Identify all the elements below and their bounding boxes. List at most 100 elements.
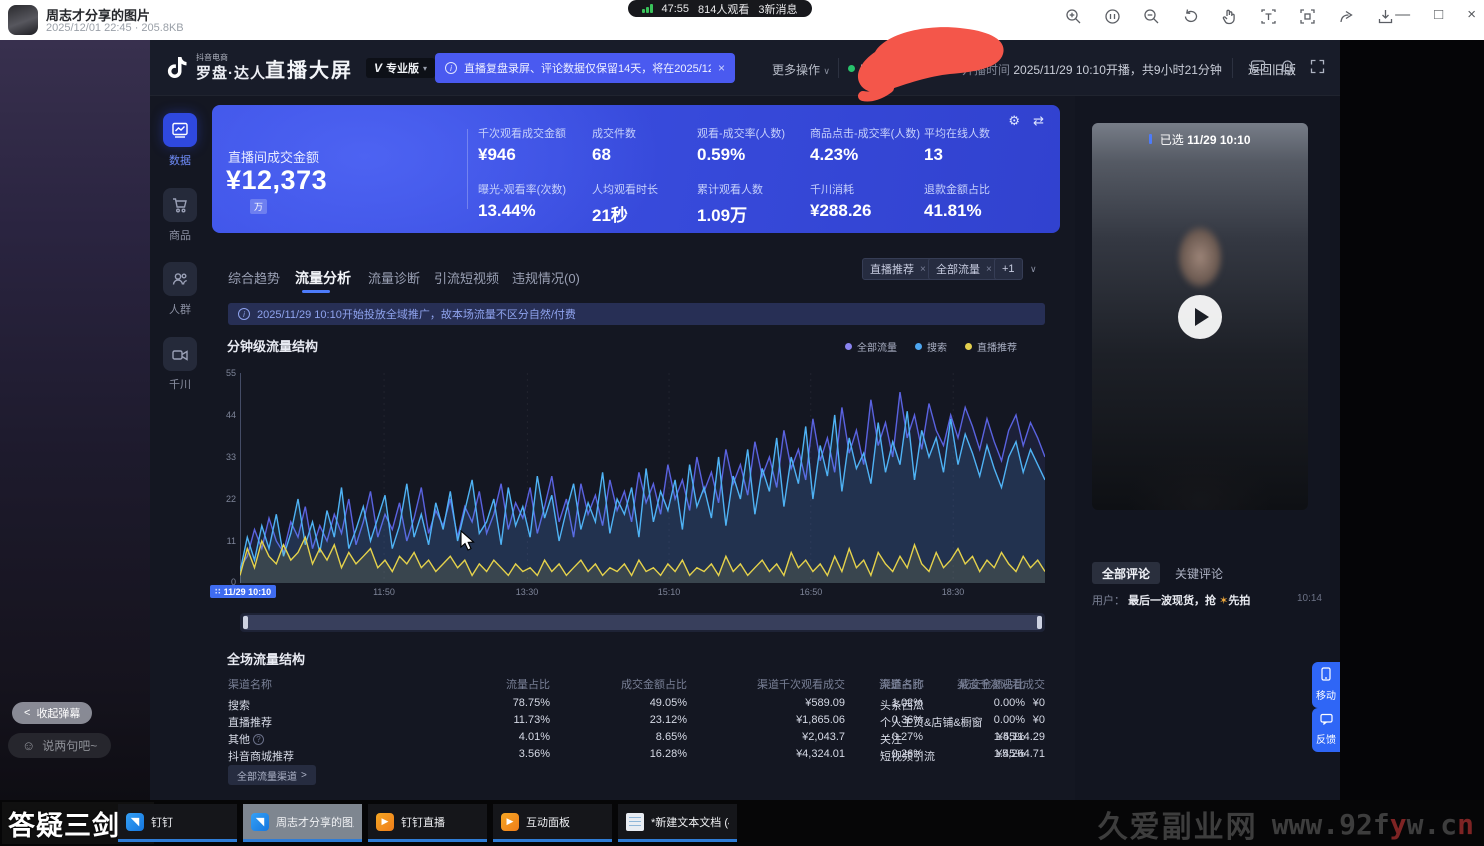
minimize-button[interactable]: —	[1395, 6, 1410, 23]
scan-icon[interactable]	[1299, 8, 1316, 25]
pro-version-badge[interactable]: V 专业版 ▾	[366, 58, 435, 78]
promote-icon	[171, 345, 189, 363]
traffic-line-chart[interactable]	[240, 373, 1045, 583]
tab-short-video[interactable]: 引流短视频	[434, 268, 499, 287]
metric-value: 0.59%	[697, 145, 807, 165]
selected-time-row: 已选 11/29 10:10	[1092, 131, 1308, 148]
more-actions-menu[interactable]: 更多操作 ∨	[772, 61, 830, 78]
say-something-placeholder: 说两句吧~	[42, 737, 97, 754]
close-button[interactable]: ×	[1467, 6, 1476, 23]
status-time: 47:55	[662, 3, 690, 15]
collapse-danmu-label: 收起弹幕	[36, 705, 80, 721]
compare-icon[interactable]: ⇄	[1033, 113, 1044, 129]
rotate-icon[interactable]	[1182, 8, 1199, 25]
sidebar-item-qianchuan[interactable]: 千川	[160, 337, 200, 392]
live-app-icon: ▶	[501, 813, 519, 831]
taskbar-item-dingtalk[interactable]: ◥ 钉钉	[118, 804, 237, 842]
taskbar-item-interactive-panel[interactable]: ▶ 互动面板	[493, 804, 612, 842]
say-something-input[interactable]: ☺ 说两句吧~	[8, 733, 111, 758]
sidebar-item-data[interactable]: 数据	[160, 113, 200, 168]
selected-marker-icon	[1149, 134, 1152, 144]
slider-handle-right[interactable]	[1037, 616, 1042, 629]
slider-handle-left[interactable]	[243, 616, 248, 629]
tab-all-comments[interactable]: 全部评论	[1092, 562, 1160, 584]
tab-violations[interactable]: 违规情况(0)	[512, 268, 580, 287]
help-icon[interactable]: ?	[253, 734, 264, 745]
play-button[interactable]	[1178, 295, 1222, 339]
per-k-gmv: ¥5,114.29	[915, 731, 1045, 743]
taskbar-item-shared-image[interactable]: ◥ 周志才分享的图片	[243, 804, 362, 842]
chevron-down-icon[interactable]: ∨	[1030, 264, 1037, 275]
zoom-out-icon[interactable]	[1143, 8, 1160, 25]
fullscreen-icon[interactable]	[1310, 59, 1325, 79]
zoom-percent-icon[interactable]	[1104, 8, 1121, 25]
sidebar-item-audience[interactable]: 人群	[160, 262, 200, 317]
replay-video[interactable]: 已选 11/29 10:10	[1092, 123, 1308, 510]
notice-close-icon[interactable]: ×	[718, 61, 725, 75]
page-title: 直播大屏	[265, 54, 353, 83]
avatar[interactable]	[8, 5, 38, 35]
viewer-topbar: 周志才分享的图片 2025/12/01 22:45 · 205.8KB 47:5…	[0, 0, 1484, 40]
share-icon[interactable]	[1338, 8, 1355, 25]
legend-item-search[interactable]: 搜索	[915, 339, 947, 354]
arrow-right-icon: >	[301, 770, 307, 781]
feedback-button[interactable]: 反馈	[1312, 708, 1340, 752]
y-axis-label: 22	[208, 494, 236, 504]
promo-info-text: 2025/11/29 10:10开始投放全域推广，故本场流量不区分自然/付费	[257, 306, 576, 322]
traffic-share: 0.26%	[863, 748, 923, 760]
tab-overview[interactable]: 综合趋势	[228, 268, 280, 287]
traffic-share: 1.02%	[863, 697, 923, 709]
gear-icon[interactable]: ⚙	[1008, 113, 1020, 129]
text-extract-icon[interactable]	[1260, 8, 1277, 25]
retention-notice-text: 直播复盘录屏、评论数据仅保留14天，将在2025/12/13 …	[464, 60, 711, 76]
signal-icon	[642, 4, 653, 13]
chart-start-time-pill[interactable]: ∷ 11/29 10:10	[210, 585, 276, 598]
collapse-danmu-button[interactable]: < 收起弹幕	[12, 702, 92, 724]
feedback-icon	[1312, 713, 1340, 728]
phone-icon	[1312, 667, 1340, 684]
channel-name: 直播推荐	[228, 714, 272, 730]
live-app-icon: ▶	[376, 813, 394, 831]
live-status-pill[interactable]: 47:55 814人观看 3新消息	[628, 0, 812, 17]
legend-item-all[interactable]: 全部流量	[845, 339, 897, 354]
filter-chip-all-traffic[interactable]: 全部流量×	[928, 258, 1000, 280]
desktop-background-left	[0, 40, 150, 800]
metric-label: 观看-成交率(人数)	[697, 125, 807, 141]
bell-icon[interactable]	[1280, 59, 1295, 80]
metric-value: 68	[592, 145, 702, 165]
metric-label: 千川消耗	[810, 181, 920, 197]
hand-icon[interactable]	[1221, 8, 1238, 25]
red-annotation-scribble	[845, 22, 1020, 107]
slider-track-fill[interactable]	[243, 615, 1042, 630]
cart-icon	[171, 196, 189, 214]
chart-range-slider[interactable]	[240, 613, 1045, 632]
metric-label: 千次观看成交金额	[478, 125, 588, 141]
sidebar-item-goods[interactable]: 商品	[160, 188, 200, 243]
metric-label: 曝光-观看率(次数)	[478, 181, 588, 197]
x-axis-label: 15:10	[658, 587, 681, 597]
taskbar-item-text-document[interactable]: *新建文本文档 (4).t...	[618, 804, 737, 842]
tab-key-comments[interactable]: 关键评论	[1165, 562, 1233, 584]
dingtalk-icon: ◥	[126, 813, 144, 831]
download-icon[interactable]	[1377, 8, 1394, 25]
close-icon[interactable]: ×	[920, 264, 926, 275]
metric-label: 商品点击-成交率(人数)	[810, 125, 920, 141]
douyin-logo-icon	[162, 53, 192, 83]
mobile-button[interactable]: 移动	[1312, 662, 1340, 708]
taskbar-item-dingtalk-live[interactable]: ▶ 钉钉直播	[368, 804, 487, 842]
legend-item-live-rec[interactable]: 直播推荐	[965, 339, 1017, 354]
comment-panel-icon[interactable]	[1250, 59, 1266, 79]
close-icon[interactable]: ×	[986, 264, 992, 275]
filter-chip-live-rec[interactable]: 直播推荐×	[862, 258, 934, 280]
tab-traffic-analysis[interactable]: 流量分析	[295, 268, 351, 288]
all-channels-button[interactable]: 全部流量渠道>	[228, 765, 316, 785]
comment-row[interactable]: 用户： 最后一波现货，抢 ✶先拍 10:14	[1092, 592, 1322, 608]
zoom-in-icon[interactable]	[1065, 8, 1082, 25]
col-header: 渠道千次观看成交	[915, 676, 1045, 692]
filter-chip-more[interactable]: +1	[994, 258, 1023, 280]
tab-traffic-diagnosis[interactable]: 流量诊断	[368, 268, 420, 287]
metric-value: 13.44%	[478, 201, 588, 221]
status-messages: 3新消息	[758, 1, 797, 17]
sidebar-label-audience: 人群	[160, 301, 200, 317]
maximize-button[interactable]: □	[1434, 6, 1443, 23]
